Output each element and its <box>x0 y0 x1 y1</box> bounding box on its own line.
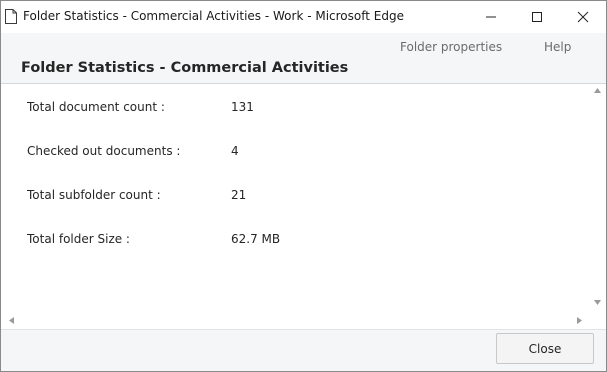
window-close-button[interactable] <box>560 1 606 33</box>
scroll-left-arrow-icon[interactable] <box>9 317 14 324</box>
scroll-down-arrow-icon[interactable] <box>594 300 601 305</box>
stat-label: Total subfolder count : <box>27 188 161 202</box>
folder-properties-link[interactable]: Folder properties <box>400 40 502 54</box>
vertical-scrollbar[interactable] <box>589 84 606 312</box>
stat-value: 131 <box>231 100 254 114</box>
minimize-icon <box>486 16 496 18</box>
maximize-icon <box>532 12 542 22</box>
scroll-up-arrow-icon[interactable] <box>594 88 601 93</box>
minimize-button[interactable] <box>468 1 514 33</box>
close-button[interactable]: Close <box>496 333 594 364</box>
dialog-footer: Close <box>1 329 606 371</box>
scroll-right-arrow-icon[interactable] <box>577 317 582 324</box>
title-bar: Folder Statistics - Commercial Activitie… <box>1 1 606 33</box>
window-title: Folder Statistics - Commercial Activitie… <box>23 9 404 23</box>
stat-label: Checked out documents : <box>27 144 181 158</box>
stat-value: 21 <box>231 188 247 202</box>
statistics-panel: Total document count : 131 Checked out d… <box>1 84 606 329</box>
dialog-header: Folder properties Help Folder Statistics… <box>1 33 606 84</box>
maximize-button[interactable] <box>514 1 560 33</box>
help-link[interactable]: Help <box>544 40 571 54</box>
stat-value: 4 <box>231 144 239 158</box>
page-icon <box>5 9 17 24</box>
stat-value: 62.7 MB <box>231 232 281 246</box>
browser-window: Folder Statistics - Commercial Activitie… <box>0 0 607 372</box>
folder-statistics-dialog: Folder properties Help Folder Statistics… <box>1 33 606 371</box>
horizontal-scrollbar[interactable] <box>1 312 589 329</box>
page-title: Folder Statistics - Commercial Activitie… <box>21 60 349 76</box>
stat-label: Total document count : <box>27 100 165 114</box>
close-icon <box>577 11 589 23</box>
stat-label: Total folder Size : <box>27 232 130 246</box>
